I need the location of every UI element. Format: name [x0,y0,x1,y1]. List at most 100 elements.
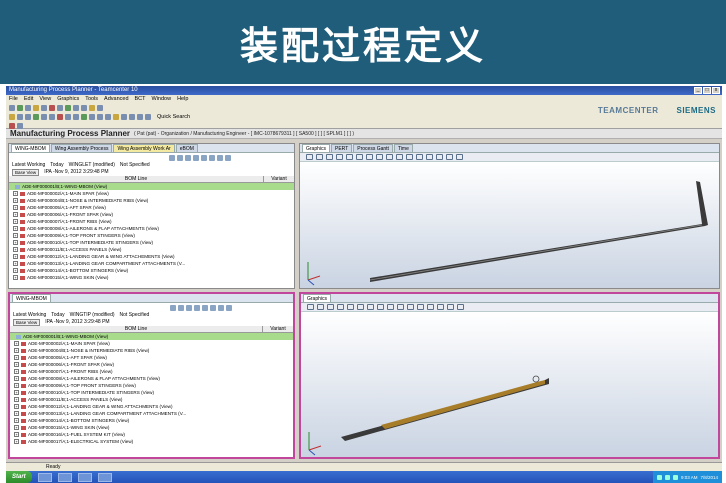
view-tool-icon[interactable] [457,304,464,310]
expand-icon[interactable]: + [14,355,19,360]
tab-wing-assembly-work-area[interactable]: Wing Assembly Work Ar [113,144,175,152]
toolbar-icon[interactable] [65,113,71,120]
view-tool-icon[interactable] [417,304,424,310]
table-row[interactable]: + ADE-MF000010/A;1-TOP INTERMEDIATE STING… [10,389,293,396]
toolbar-icon[interactable] [17,122,23,129]
pane-tool-icon[interactable] [177,154,183,161]
tray-icon[interactable] [664,474,670,480]
toolbar-icon[interactable] [145,113,151,120]
table-row[interactable]: + ADE-MF000015/A;1-WING SKIN (View) [10,424,293,431]
bottom-3d-viewport[interactable] [301,312,718,457]
minimize-button[interactable]: _ [694,87,702,94]
toolbar-icon[interactable] [57,113,63,120]
pane-tool-icon[interactable] [202,304,208,311]
toolbar-icon[interactable] [65,104,71,111]
toolbar-icon[interactable] [81,104,87,111]
pane-tool-icon[interactable] [178,304,184,311]
table-row[interactable]: + ADE-MF000004/B;1-NOSE & INTERMEDIATE RI… [9,197,294,204]
view-tool-icon[interactable] [387,304,394,310]
toolbar-icon[interactable] [33,104,39,111]
toolbar-icon[interactable] [137,113,143,120]
menu-tools[interactable]: Tools [85,95,98,103]
pane-tool-icon[interactable] [225,154,231,161]
tab-graphics[interactable]: Graphics [303,294,332,302]
toolbar-icon[interactable] [41,113,47,120]
maximize-button[interactable]: □ [703,87,711,94]
view-tool-icon[interactable] [347,304,354,310]
tab-process-gantt[interactable]: Process Gantt [353,144,393,152]
view-tool-icon[interactable] [356,154,363,160]
toolbar-icon[interactable] [33,113,39,120]
menu-bct[interactable]: BCT [135,95,146,103]
menu-view[interactable]: View [39,95,51,103]
pane-tool-icon[interactable] [170,304,176,311]
view-tool-icon[interactable] [317,304,324,310]
expand-icon[interactable]: + [13,219,18,224]
view-tool-icon[interactable] [437,304,444,310]
not-specified[interactable]: Not Specified [120,312,150,319]
expand-icon[interactable]: + [13,247,18,252]
view-tool-icon[interactable] [357,304,364,310]
toolbar-icon[interactable] [49,113,55,120]
expand-icon[interactable]: + [14,362,19,367]
col-bom-line[interactable]: BOM Line [9,176,264,182]
table-row[interactable]: + ADE-MF000007/A;1-FRONT RIBS (View) [10,368,293,375]
toolbar-icon[interactable] [105,113,111,120]
taskbar-app-icon[interactable] [77,472,92,482]
col-variant[interactable]: Variant [263,326,293,332]
clock-time[interactable]: 9:03 AM [681,475,698,480]
expand-icon[interactable]: + [13,275,18,280]
base-view-button[interactable]: Base View [13,319,41,326]
view-tool-icon[interactable] [407,304,414,310]
toolbar-icon[interactable] [49,104,55,111]
toolbar-icon[interactable] [121,113,127,120]
view-tool-icon[interactable] [367,304,374,310]
close-button[interactable]: x [712,87,720,94]
tab-time[interactable]: Time [393,144,413,152]
tab-wing-assembly-process[interactable]: Wing Assembly Process [50,144,113,152]
menu-help[interactable]: Help [177,95,188,103]
toolbar-icon[interactable] [89,104,95,111]
expand-icon[interactable]: + [13,233,18,238]
toolbar-icon[interactable] [9,122,15,129]
table-row[interactable]: + ADE-MF000008/A;1-AILERONS & FLAP ATTACH… [9,225,294,232]
toolbar-icon[interactable] [73,104,79,111]
expand-icon[interactable]: + [14,348,19,353]
toolbar-icon[interactable] [129,113,135,120]
quick-search-button[interactable]: Quick Search [157,114,190,120]
taskbar-app-icon[interactable] [37,472,52,482]
table-row[interactable]: + ADE-MF000009/A;1-TOP FRONT STINGERS (Vi… [10,382,293,389]
expand-icon[interactable]: + [13,205,18,210]
expand-icon[interactable]: + [14,383,19,388]
pane-tool-icon[interactable] [226,304,232,311]
pane-tool-icon[interactable] [169,154,175,161]
col-variant[interactable]: Variant [264,176,294,182]
pane-tool-icon[interactable] [218,304,224,311]
table-row[interactable]: + ADE-MF000015/A;1-WING SKIN (View) [9,274,294,281]
pane-tool-icon[interactable] [186,304,192,311]
expand-icon[interactable]: + [14,418,19,423]
tab-graphics[interactable]: Graphics [302,144,331,152]
menu-edit[interactable]: Edit [24,95,33,103]
tree-root-row[interactable]: ADE-MF000001/B;1-WING-MBOM (View) [10,333,293,340]
toolbar-icon[interactable] [9,104,15,111]
expand-icon[interactable]: + [13,268,18,273]
view-tool-icon[interactable] [337,304,344,310]
toolbar-icon[interactable] [97,104,103,111]
toolbar-icon[interactable] [81,113,87,120]
toolbar-icon[interactable] [25,113,31,120]
tab-wing-mbom[interactable]: WING-MBOM [11,144,50,152]
view-tool-icon[interactable] [436,154,443,160]
table-row[interactable]: + ADE-MF000012/A;1-LANDING GEAR & WING AT… [10,403,293,410]
view-tool-icon[interactable] [316,154,323,160]
table-row[interactable]: + ADE-MF000005/A;1-AFT SPAR (View) [9,204,294,211]
table-row[interactable]: + ADE-MF000008/A;1-AILERONS & FLAP ATTACH… [10,375,293,382]
toolbar-icon[interactable] [89,113,95,120]
toolbar-icon[interactable] [17,113,23,120]
today[interactable]: Today [50,162,63,169]
view-tool-icon[interactable] [377,304,384,310]
expand-icon[interactable]: + [14,341,19,346]
view-tool-icon[interactable] [307,304,314,310]
view-tool-icon[interactable] [427,304,434,310]
pane-tool-icon[interactable] [194,304,200,311]
